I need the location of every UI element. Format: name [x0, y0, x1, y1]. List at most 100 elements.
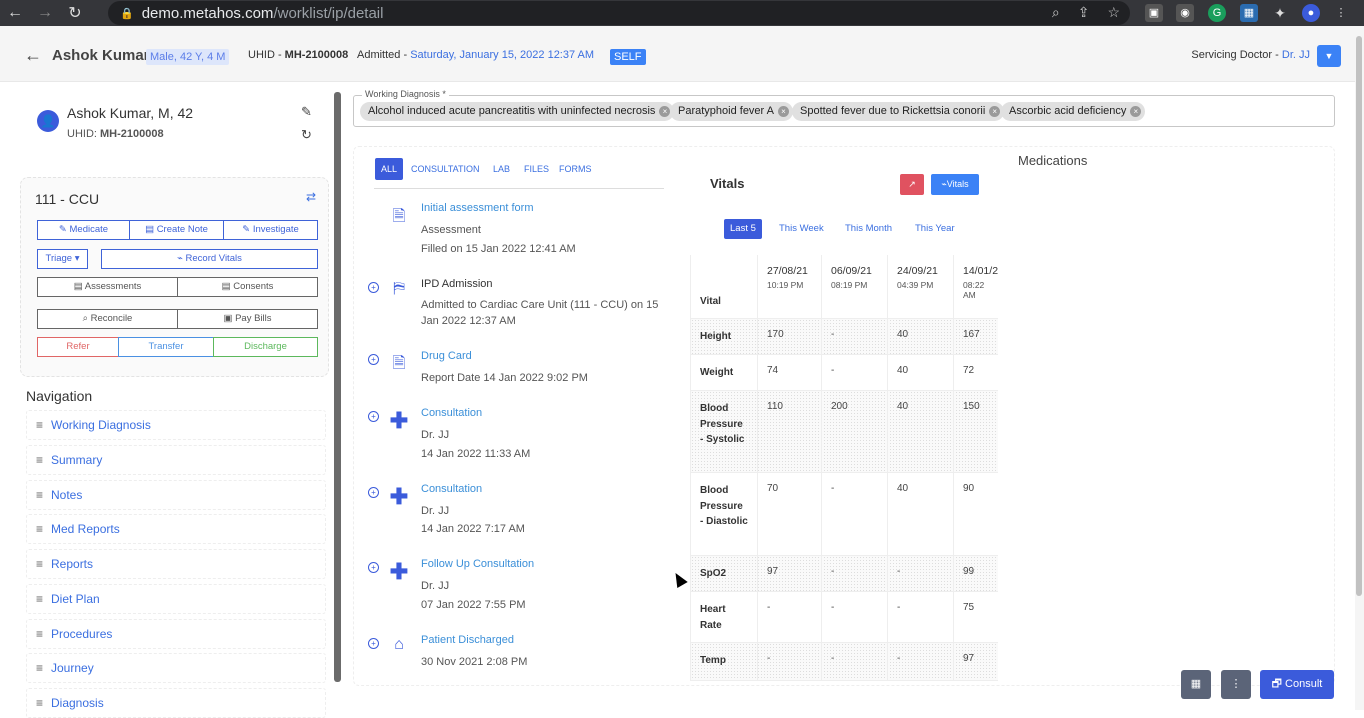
- consents-button[interactable]: ▤ Consents: [177, 277, 318, 297]
- table-cell: -: [822, 319, 888, 354]
- timeline-title[interactable]: Drug Card: [421, 350, 472, 362]
- timeline-title[interactable]: Consultation: [421, 483, 482, 495]
- diagnosis-chip[interactable]: Ascorbic acid deficiency ×: [1001, 102, 1146, 121]
- nav-item-journey[interactable]: Journey: [26, 653, 326, 683]
- working-diagnosis-field[interactable]: Working Diagnosis * Alcohol induced acut…: [353, 89, 1335, 127]
- period-this-month[interactable]: This Month: [839, 219, 898, 239]
- camera-extension-icon[interactable]: ◉: [1176, 4, 1194, 22]
- table-cell: 74: [758, 355, 822, 390]
- left-panel-scrollbar[interactable]: [334, 92, 341, 682]
- period-this-year[interactable]: This Year: [909, 219, 961, 239]
- discharge-button[interactable]: Discharge: [213, 337, 318, 357]
- puzzle-icon[interactable]: ✦: [1271, 4, 1289, 22]
- chip-remove-icon[interactable]: ×: [659, 106, 671, 117]
- zoom-icon[interactable]: ⌕: [1052, 4, 1060, 21]
- table-cell: 75: [954, 592, 998, 642]
- forward-icon[interactable]: →: [30, 4, 60, 22]
- consult-button[interactable]: 🗗 Consult: [1260, 670, 1334, 699]
- bookmark-star-icon[interactable]: ☆: [1107, 4, 1120, 21]
- vital-name: Blood Pressure - Diastolic: [691, 473, 758, 555]
- assessments-button[interactable]: ▤ Assessments: [37, 277, 178, 297]
- chip-remove-icon[interactable]: ×: [989, 106, 1001, 117]
- nav-item-working-diagnosis[interactable]: Working Diagnosis: [26, 410, 326, 440]
- nav-item-notes[interactable]: Notes: [26, 480, 326, 510]
- add-vitals-button[interactable]: ⌁Vitals: [931, 174, 979, 195]
- table-cell: -: [888, 643, 954, 680]
- share-icon[interactable]: ⇪: [1078, 4, 1090, 21]
- nav-item-procedures[interactable]: Procedures: [26, 619, 326, 649]
- expand-icon[interactable]: +: [368, 562, 379, 573]
- extension-icon[interactable]: ▣: [1145, 4, 1163, 22]
- patient-card-uhid: UHID: MH-2100008: [67, 128, 164, 140]
- table-cell: -: [758, 592, 822, 642]
- investigate-button[interactable]: ✎ Investigate: [223, 220, 318, 240]
- nav-item-med-reports[interactable]: Med Reports: [26, 514, 326, 544]
- reload-icon[interactable]: ↻: [60, 3, 90, 23]
- nav-item-diet-plan[interactable]: Diet Plan: [26, 584, 326, 614]
- address-bar[interactable]: 🔒 demo.metahos.com/worklist/ip/detail ⌕ ⇪…: [108, 1, 1130, 25]
- period-this-week[interactable]: This Week: [773, 219, 830, 239]
- expand-icon[interactable]: +: [368, 487, 379, 498]
- more-icon[interactable]: ⋮: [1332, 4, 1350, 22]
- medicate-button[interactable]: ✎ Medicate: [37, 220, 130, 240]
- nav-item-reports[interactable]: Reports: [26, 549, 326, 579]
- vital-name: Blood Pressure - Systolic: [691, 391, 758, 472]
- grammarly-icon[interactable]: G: [1208, 4, 1226, 22]
- edit-icon[interactable]: ✎: [301, 104, 312, 120]
- more-options-button[interactable]: ⋮: [1221, 670, 1251, 699]
- table-cell: 200: [822, 391, 888, 472]
- table-cell: -: [822, 355, 888, 390]
- period-last-5[interactable]: Last 5: [724, 219, 762, 239]
- nav-item-diagnosis[interactable]: Diagnosis: [26, 688, 326, 718]
- expand-icon[interactable]: +: [368, 282, 379, 293]
- chip-remove-icon[interactable]: ×: [778, 106, 790, 117]
- tab-files[interactable]: FILES: [518, 158, 555, 180]
- expand-icon[interactable]: +: [368, 411, 379, 422]
- doctor-dropdown-button[interactable]: ▼: [1317, 45, 1341, 67]
- column-header: Vital: [691, 255, 758, 318]
- tab-lab[interactable]: LAB: [487, 158, 516, 180]
- user-avatar-icon: 👤: [37, 110, 59, 132]
- navigation-title: Navigation: [26, 388, 93, 404]
- table-row: Heart Rate - - - 75: [691, 592, 998, 643]
- back-icon[interactable]: ←: [0, 4, 30, 22]
- nav-item-summary[interactable]: Summary: [26, 445, 326, 475]
- page-scrollbar[interactable]: [1355, 26, 1364, 710]
- tab-all[interactable]: ALL: [375, 158, 404, 180]
- diagnosis-chip[interactable]: Paratyphoid fever A ×: [670, 102, 794, 121]
- servicing-doctor: Servicing Doctor - Dr. JJ: [1191, 49, 1310, 61]
- refresh-icon[interactable]: ↻: [301, 127, 312, 143]
- diagnosis-chip[interactable]: Alcohol induced acute pancreatitis with …: [360, 102, 675, 121]
- timeline-subtitle: Dr. JJ: [421, 505, 450, 517]
- triage-dropdown[interactable]: Triage ▾: [37, 249, 88, 269]
- vital-name: Height: [691, 319, 758, 354]
- expand-icon[interactable]: +: [368, 354, 379, 365]
- expand-icon[interactable]: +: [368, 638, 379, 649]
- reconcile-button[interactable]: ⌕ Reconcile: [37, 309, 178, 329]
- chip-remove-icon[interactable]: ×: [1130, 106, 1142, 117]
- vitals-chart-button[interactable]: ↗: [900, 174, 924, 195]
- timeline-title[interactable]: IPD Admission: [421, 278, 493, 290]
- back-arrow-icon[interactable]: ←: [24, 45, 42, 66]
- pay-bills-button[interactable]: ▣ Pay Bills: [177, 309, 318, 329]
- create-note-button[interactable]: ▤ Create Note: [129, 220, 224, 240]
- tab-forms[interactable]: FORMS: [553, 158, 598, 180]
- refer-button[interactable]: Refer: [37, 337, 119, 357]
- timeline-title[interactable]: Initial assessment form: [421, 202, 533, 214]
- record-vitals-button[interactable]: ⌁ Record Vitals: [101, 249, 318, 269]
- main-panel: ALL CONSULTATION LAB FILES FORMS 🗎 Initi…: [353, 146, 1335, 686]
- transfer-button[interactable]: Transfer: [118, 337, 214, 357]
- grid-menu-button[interactable]: ▦: [1181, 670, 1211, 699]
- patient-name: Ashok Kumar: [52, 47, 150, 64]
- table-cell: 40: [888, 391, 954, 472]
- tab-consultation[interactable]: CONSULTATION: [405, 158, 486, 180]
- diagnosis-chip[interactable]: Spotted fever due to Rickettsia conorii ×: [792, 102, 1005, 121]
- timeline-title[interactable]: Patient Discharged: [421, 634, 514, 646]
- timeline-title[interactable]: Follow Up Consultation: [421, 558, 534, 570]
- url-path: /worklist/ip/detail: [273, 4, 384, 22]
- swap-icon[interactable]: ⇄: [306, 190, 316, 204]
- vital-name: Weight: [691, 355, 758, 390]
- timeline-title[interactable]: Consultation: [421, 407, 482, 419]
- extension-icon[interactable]: ▦: [1240, 4, 1258, 22]
- profile-avatar[interactable]: ●: [1302, 4, 1320, 22]
